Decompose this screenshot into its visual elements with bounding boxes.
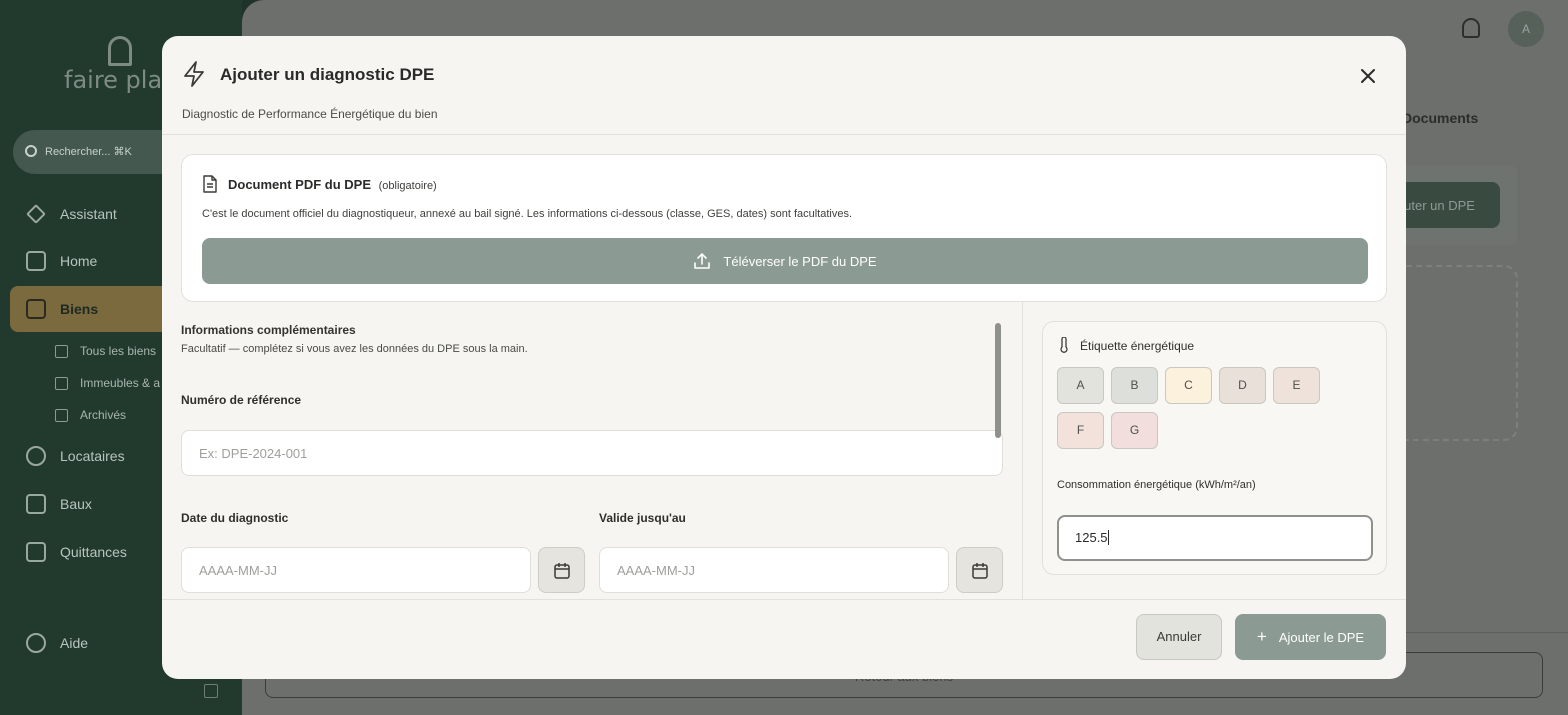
search-placeholder: Rechercher... ⌘K — [45, 146, 132, 158]
add-dpe-modal: Ajouter un diagnostic DPE Diagnostic de … — [162, 36, 1406, 679]
thermometer-icon — [1060, 337, 1068, 353]
home-icon — [26, 251, 46, 271]
building-icon — [55, 344, 68, 358]
valid-until-label: Valide jusqu'au — [599, 511, 686, 525]
sparkle-icon — [26, 204, 46, 224]
document-icon — [26, 494, 46, 514]
search-icon — [25, 145, 37, 157]
sidebar-item-label: Biens — [60, 301, 99, 317]
sidebar-item-aide[interactable]: Aide — [26, 630, 88, 656]
close-icon[interactable] — [1356, 64, 1380, 88]
collapse-sidebar-icon[interactable] — [204, 684, 218, 698]
user-icon — [26, 446, 46, 466]
sidebar-item-locataires[interactable]: Locataires — [26, 443, 125, 469]
sidebar-item-label: Quittances — [60, 544, 127, 560]
sidebar-item-assistant[interactable]: Assistant — [26, 201, 117, 227]
building-icon — [26, 299, 46, 319]
sidebar-item-label: Assistant — [60, 206, 117, 222]
valid-until-picker-button[interactable] — [956, 547, 1003, 593]
plus-icon: + — [1256, 627, 1267, 646]
sidebar-subitem-buildings[interactable]: Immeubles & a — [55, 376, 160, 390]
grade-a-button[interactable]: A — [1057, 367, 1104, 404]
sidebar-subitem-label: Immeubles & a — [80, 376, 161, 390]
grade-f-button[interactable]: F — [1057, 412, 1104, 449]
pdf-card-description: C'est le document officiel du diagnostiq… — [202, 208, 853, 220]
text-caret — [1107, 530, 1109, 545]
energy-label-title: Étiquette énergétique — [1080, 339, 1195, 353]
sidebar-subitem-all[interactable]: Tous les biens — [55, 344, 156, 358]
lightning-icon — [184, 61, 204, 87]
sidebar-subitem-label: Archivés — [80, 408, 127, 422]
sidebar-item-label: Baux — [60, 496, 92, 512]
sidebar-item-baux[interactable]: Baux — [26, 491, 92, 517]
modal-title: Ajouter un diagnostic DPE — [220, 65, 435, 84]
upload-icon — [694, 253, 711, 269]
sidebar-subitem-archived[interactable]: Archivés — [55, 408, 126, 422]
grade-d-button[interactable]: D — [1219, 367, 1266, 404]
cancel-button[interactable]: Annuler — [1136, 614, 1222, 660]
add-dpe-submit-button[interactable]: + Ajouter le DPE — [1235, 614, 1386, 660]
calendar-icon — [554, 563, 570, 579]
section-subtitle: Facultatif — complétez si vous avez les … — [181, 343, 528, 355]
scrollbar[interactable] — [995, 323, 1001, 438]
logo-house-icon — [108, 36, 132, 66]
help-icon — [26, 633, 46, 653]
calendar-icon — [972, 563, 988, 579]
reference-input[interactable]: Ex: DPE-2024-001 — [181, 430, 1003, 476]
search-bar[interactable]: Rechercher... ⌘K — [13, 130, 183, 174]
energy-label-card: Étiquette énergétique A B C D E F G Cons… — [1042, 321, 1387, 575]
pdf-upload-card: Document PDF du DPE (obligatoire) C'est … — [181, 154, 1387, 302]
additional-info-section: Informations complémentaires Facultatif … — [181, 321, 1003, 599]
valid-until-input[interactable]: AAAA-MM-JJ — [599, 547, 949, 593]
add-dpe-submit-label: Ajouter le DPE — [1278, 629, 1365, 645]
sidebar-subitem-label: Tous les biens — [80, 344, 157, 358]
diagnostic-date-label: Date du diagnostic — [181, 511, 289, 525]
consumption-input[interactable]: 125.5 — [1057, 515, 1373, 561]
archive-icon — [55, 408, 68, 422]
consumption-label: Consommation énergétique (kWh/m²/an) — [1057, 479, 1256, 491]
reference-label: Numéro de référence — [181, 393, 302, 407]
avatar[interactable]: A — [1508, 11, 1544, 47]
upload-pdf-label: Téléverser le PDF du DPE — [723, 253, 877, 269]
sidebar-item-label: Aide — [60, 635, 89, 651]
bell-icon[interactable] — [1462, 18, 1480, 38]
sidebar-item-quittances[interactable]: Quittances — [26, 539, 127, 565]
consumption-value: 125.5 — [1075, 530, 1108, 545]
building-icon — [55, 376, 68, 390]
upload-pdf-button[interactable]: Téléverser le PDF du DPE — [202, 238, 1368, 284]
sidebar-item-label: Locataires — [60, 448, 125, 464]
diagnostic-date-input[interactable]: AAAA-MM-JJ — [181, 547, 531, 593]
grade-c-button[interactable]: C — [1165, 367, 1212, 404]
grade-e-button[interactable]: E — [1273, 367, 1320, 404]
logo-text: faire plac — [64, 66, 176, 94]
sidebar-item-label: Home — [60, 253, 98, 269]
pdf-card-title-text: Document PDF du DPE — [228, 177, 372, 192]
column-divider — [1022, 302, 1023, 600]
grade-b-button[interactable]: B — [1111, 367, 1158, 404]
required-badge: (obligatoire) — [378, 180, 437, 192]
grade-g-button[interactable]: G — [1111, 412, 1158, 449]
diagnostic-date-picker-button[interactable] — [538, 547, 585, 593]
sidebar-item-biens[interactable]: Biens — [10, 286, 180, 332]
modal-subtitle: Diagnostic de Performance Énergétique du… — [182, 107, 438, 121]
dollar-icon — [26, 542, 46, 562]
pdf-card-title: Document PDF du DPE (obligatoire) — [228, 177, 437, 192]
sidebar-item-home[interactable]: Home — [26, 248, 97, 274]
document-icon — [203, 175, 217, 193]
modal-footer: Annuler + Ajouter le DPE — [162, 599, 1406, 679]
tab-documents[interactable]: Documents — [1402, 110, 1478, 126]
section-title: Informations complémentaires — [181, 323, 356, 337]
modal-header: Ajouter un diagnostic DPE Diagnostic de … — [162, 36, 1406, 135]
